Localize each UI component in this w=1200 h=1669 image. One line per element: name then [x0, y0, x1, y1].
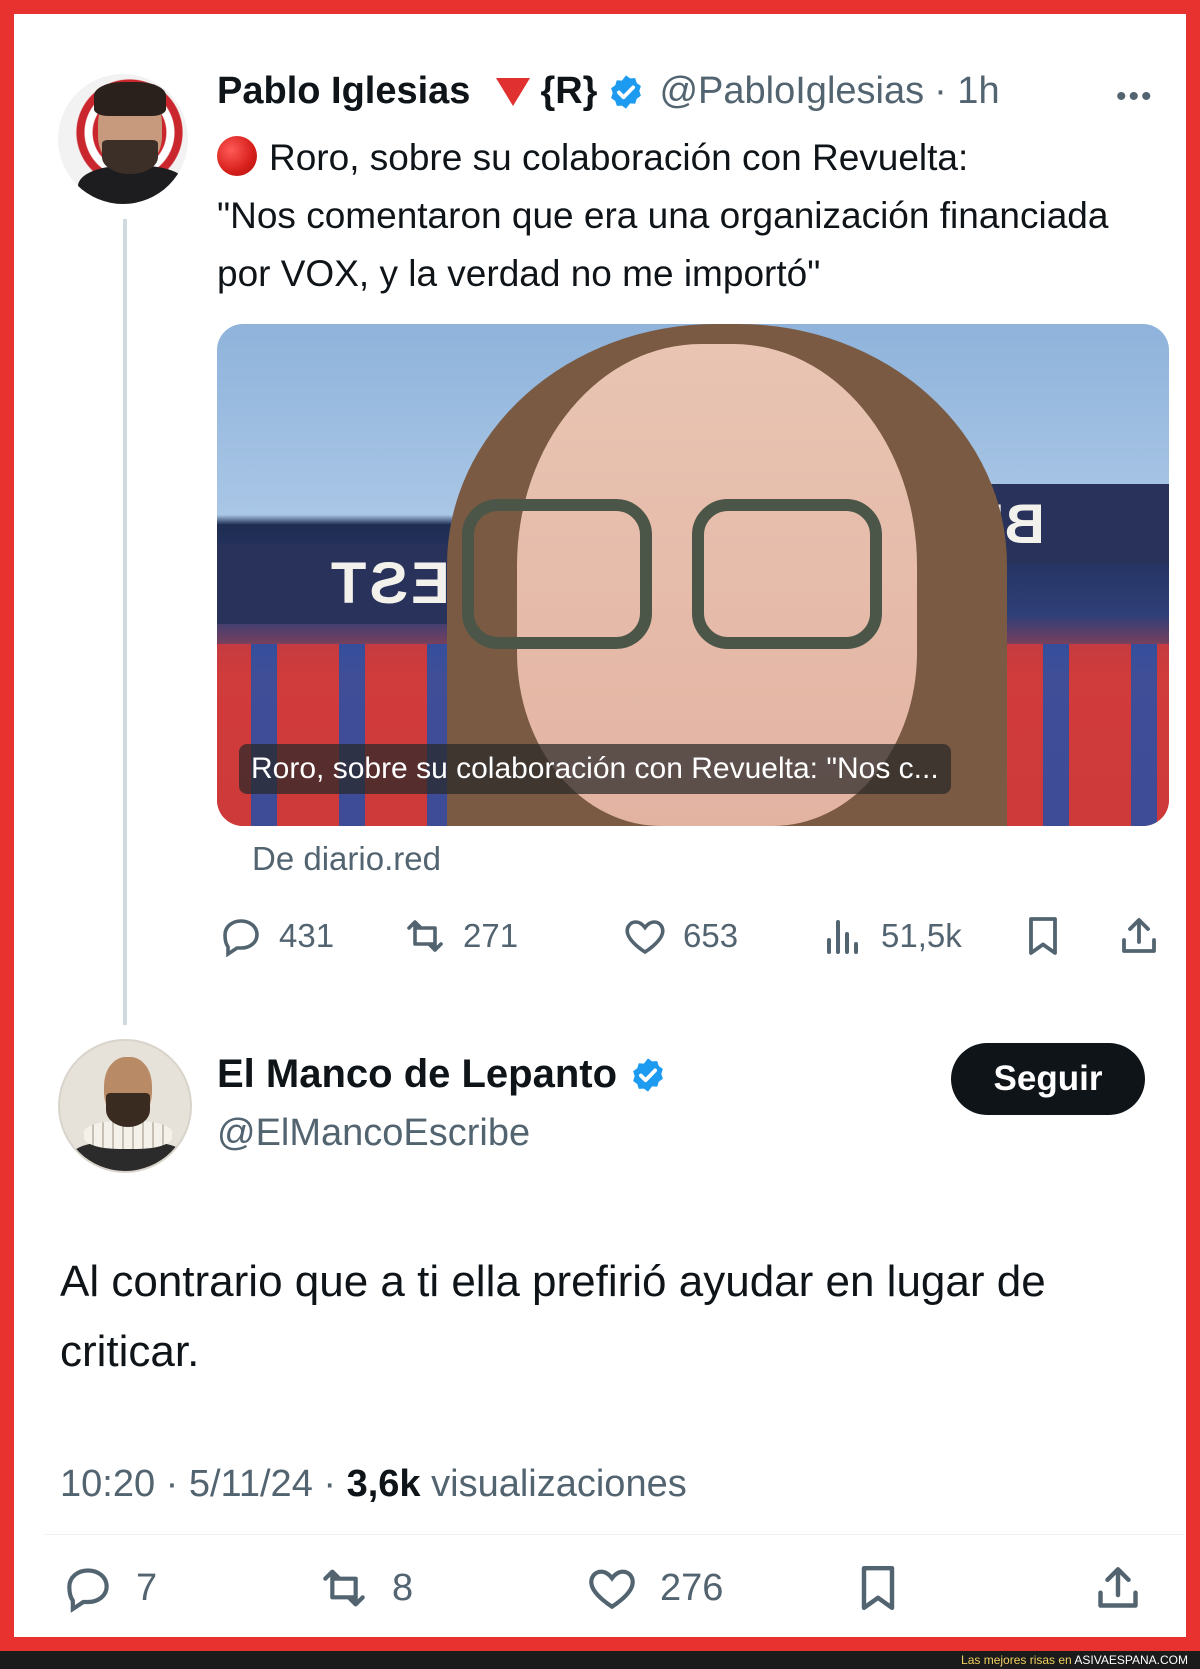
media-source[interactable]: De diario.red	[252, 840, 441, 878]
reply-count: 431	[279, 917, 335, 954]
tweet2-header: El Manco de Lepanto	[217, 1052, 667, 1097]
video-thumbnail[interactable]: L'EST BE Roro, sobre su colaboración con…	[217, 324, 1169, 826]
repost-count: 271	[463, 917, 519, 954]
like-count: 276	[660, 1566, 724, 1609]
repost-icon	[323, 1569, 365, 1607]
red-triangle-icon	[496, 77, 531, 106]
like-icon	[589, 1569, 635, 1610]
avatar-pablo-iglesias[interactable]	[58, 74, 188, 204]
watermark-footer: Las mejores risas en ASIVAESPANA.COM	[0, 1651, 1200, 1669]
reply-button[interactable]: 431	[217, 912, 334, 960]
views-button[interactable]: 51,5k	[819, 912, 962, 960]
tweet2-actions: 7 8 276	[60, 1560, 1160, 1624]
verified-icon	[611, 74, 642, 109]
tweet1-text-line1: Roro, sobre su colaboración con Revuelta…	[269, 137, 969, 178]
bookmark-button[interactable]	[850, 1560, 906, 1616]
author-handle[interactable]: @PabloIglesias	[659, 70, 924, 113]
author-handle[interactable]: @ElMancoEscribe	[217, 1112, 530, 1155]
tweet1-text-line2: "Nos comentaron que era una organización…	[217, 195, 1109, 294]
share-button[interactable]	[1090, 1560, 1146, 1616]
author-name[interactable]: El Manco de Lepanto	[217, 1052, 617, 1097]
like-icon	[625, 920, 665, 955]
reply-button[interactable]: 7	[60, 1560, 157, 1616]
tweet1-header: Pablo Iglesias {R} @PabloIglesias · 1h	[217, 70, 1000, 113]
bookmark-button[interactable]	[1019, 912, 1067, 960]
views-count: 51,5k	[881, 917, 962, 954]
tweet1-actions: 431 271 653 51,5k	[217, 912, 1169, 966]
author-tag: {R}	[540, 70, 598, 112]
screenshot-frame: Pablo Iglesias {R} @PabloIglesias · 1h •…	[0, 0, 1200, 1651]
reply-count: 7	[136, 1566, 158, 1609]
more-icon[interactable]: •••	[1116, 80, 1154, 114]
like-button[interactable]: 653	[621, 912, 738, 960]
footer-site[interactable]: ASIVAESPANA.COM	[1074, 1653, 1188, 1667]
share-icon	[1122, 918, 1156, 953]
glasses	[462, 499, 882, 659]
tweet-timestamp[interactable]: 10:20 · 5/11/24 ·	[60, 1463, 336, 1505]
repost-button[interactable]: 8	[316, 1560, 413, 1616]
thread-line	[123, 219, 127, 1025]
views-label: visualizaciones	[431, 1463, 687, 1505]
views-icon	[827, 920, 858, 954]
follow-button[interactable]: Seguir	[951, 1043, 1145, 1115]
views-count: 3,6k	[346, 1463, 421, 1505]
repost-count: 8	[392, 1566, 414, 1609]
red-circle-icon	[217, 136, 257, 176]
repost-button[interactable]: 271	[401, 912, 518, 960]
video-caption: Roro, sobre su colaboración con Revuelta…	[239, 744, 951, 794]
like-button[interactable]: 276	[584, 1560, 723, 1616]
avatar-el-manco-de-lepanto[interactable]	[58, 1039, 192, 1173]
verified-icon	[633, 1057, 663, 1092]
footer-prefix: Las mejores risas en	[961, 1653, 1072, 1667]
author-name[interactable]: Pablo Iglesias	[217, 70, 470, 113]
share-button[interactable]	[1115, 912, 1163, 960]
repost-icon	[407, 920, 443, 952]
reply-icon	[67, 1568, 109, 1613]
reply-icon	[223, 919, 259, 958]
share-icon	[1098, 1567, 1138, 1608]
tweet2-meta: 10:20 · 5/11/24 · 3,6k visualizaciones	[60, 1463, 687, 1506]
divider	[44, 1534, 1184, 1535]
tweet1-text: Roro, sobre su colaboración con Revuelta…	[217, 129, 1157, 303]
bookmark-icon	[861, 1565, 895, 1611]
tweet-time[interactable]: · 1h	[934, 70, 999, 113]
tweet2-text: Al contrario que a ti ella prefirió ayud…	[60, 1257, 1046, 1376]
like-count: 653	[683, 917, 739, 954]
bookmark-icon	[1029, 917, 1057, 955]
